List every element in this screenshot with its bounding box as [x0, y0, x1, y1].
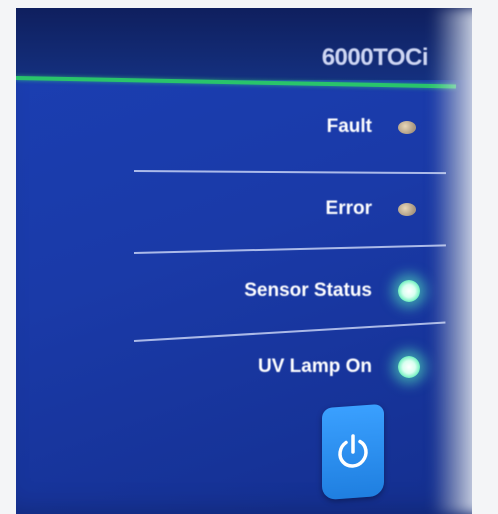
- fault-led-icon: [398, 121, 416, 134]
- control-panel: 6000TOCi Fault Error Sensor Status UV La…: [16, 8, 472, 514]
- divider: [133, 170, 446, 175]
- indicator-label-uv-lamp: UV Lamp On: [257, 356, 372, 377]
- indicator-label-sensor-status: Sensor Status: [244, 280, 372, 301]
- divider: [133, 321, 446, 342]
- power-icon: [338, 434, 368, 468]
- indicator-row-fault: Fault: [326, 116, 416, 138]
- indicator-row-uv-lamp: UV Lamp On: [257, 356, 420, 378]
- panel-header: 6000TOCi: [16, 8, 472, 80]
- indicator-label-error: Error: [325, 198, 372, 219]
- indicator-row-sensor-status: Sensor Status: [244, 280, 420, 302]
- model-name: 6000TOCi: [321, 44, 429, 71]
- divider: [133, 244, 446, 254]
- indicator-label-fault: Fault: [326, 116, 372, 137]
- uv-lamp-led-icon: [398, 356, 420, 378]
- sensor-status-led-icon: [398, 280, 420, 302]
- power-button[interactable]: [322, 403, 384, 501]
- error-led-icon: [398, 203, 416, 216]
- indicator-row-error: Error: [325, 198, 416, 220]
